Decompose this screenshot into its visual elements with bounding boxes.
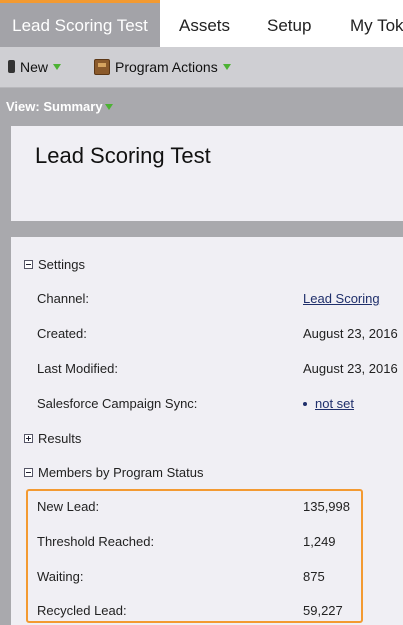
last-modified-label: Last Modified:	[37, 361, 118, 376]
settings-section-header[interactable]: Settings	[24, 257, 85, 272]
program-header: Lead Scoring Test	[11, 126, 403, 221]
new-button-label: New	[20, 59, 49, 75]
last-modified-value: August 23, 2016	[303, 361, 398, 376]
new-icon	[8, 60, 15, 74]
status-label-recycled-lead: Recycled Lead:	[37, 603, 127, 618]
status-count-recycled-lead: 59,227	[303, 603, 343, 618]
page-title: Lead Scoring Test	[35, 143, 211, 168]
created-label: Created:	[37, 326, 87, 341]
new-button[interactable]: New	[8, 47, 62, 87]
settings-heading: Settings	[38, 257, 85, 272]
status-label-new-lead: New Lead:	[37, 499, 100, 514]
sfdc-sync-link[interactable]: not set	[315, 396, 354, 411]
bullet-icon	[303, 401, 307, 406]
status-label-threshold-reached: Threshold Reached:	[37, 534, 155, 549]
created-value: August 23, 2016	[303, 326, 398, 341]
expand-icon	[24, 433, 33, 443]
top-nav: Lead Scoring Test Assets Setup My Tok	[0, 0, 403, 47]
tab-setup[interactable]: Setup	[267, 0, 311, 47]
status-count-new-lead: 135,998	[303, 499, 350, 514]
collapse-icon	[24, 259, 33, 269]
members-heading: Members by Program Status	[38, 465, 204, 480]
status-count-waiting: 875	[303, 569, 325, 584]
channel-label: Channel:	[37, 291, 90, 306]
program-actions-button[interactable]: Program Actions	[94, 47, 231, 87]
members-section-header[interactable]: Members by Program Status	[24, 465, 203, 480]
collapse-icon	[24, 467, 33, 477]
view-selector-label: View: Summary	[6, 99, 103, 114]
results-heading: Results	[38, 431, 82, 446]
channel-link[interactable]: Lead Scoring	[303, 291, 380, 306]
toolbar: New Program Actions	[0, 47, 403, 88]
tab-assets[interactable]: Assets	[179, 0, 230, 47]
program-actions-label: Program Actions	[115, 59, 218, 75]
tab-my-tokens[interactable]: My Tok	[350, 0, 403, 47]
view-selector[interactable]: View: Summary	[6, 88, 113, 126]
sfdc-sync-label: Salesforce Campaign Sync:	[37, 396, 198, 411]
chevron-down-icon	[53, 64, 62, 71]
briefcase-icon	[94, 58, 110, 75]
sfdc-sync-value: not set	[303, 396, 354, 411]
status-label-waiting: Waiting:	[37, 569, 84, 584]
chevron-down-icon	[222, 64, 231, 71]
chevron-down-icon	[104, 103, 113, 110]
results-section-header[interactable]: Results	[24, 431, 81, 446]
summary-panel: Settings Channel: Lead Scoring Created: …	[11, 237, 403, 625]
status-count-threshold-reached: 1,249	[303, 534, 336, 549]
tab-lead-scoring-test[interactable]: Lead Scoring Test	[0, 0, 160, 47]
view-bar: View: Summary	[0, 88, 403, 126]
